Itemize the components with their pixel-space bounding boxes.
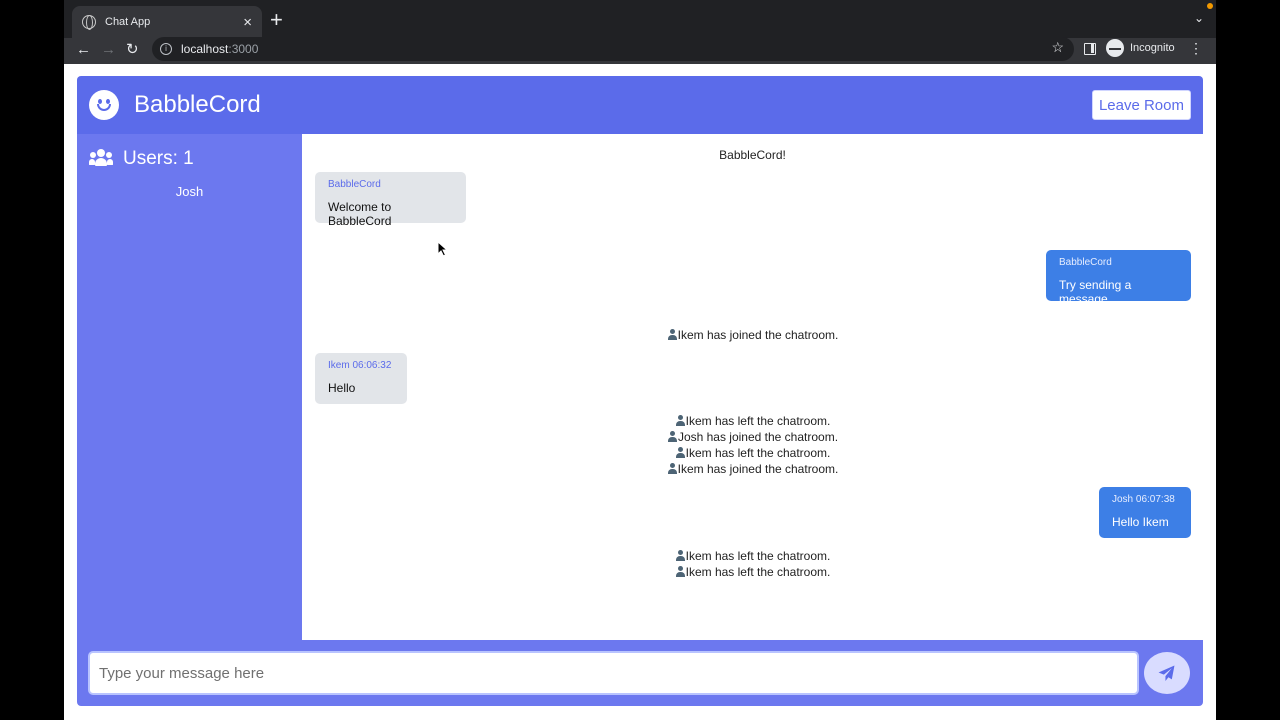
globe-icon bbox=[82, 15, 96, 30]
users-header: Users: 1 bbox=[89, 148, 194, 170]
chat-app: BabbleCord Leave Room Users: 1 Josh Babb… bbox=[77, 76, 1203, 706]
app-header: BabbleCord Leave Room bbox=[77, 76, 1203, 134]
message-list[interactable]: BabbleCord! BabbleCord Welcome to Babble… bbox=[302, 134, 1203, 640]
message-sender: BabbleCord bbox=[328, 179, 381, 190]
close-icon[interactable]: × bbox=[243, 15, 252, 30]
message-text: Try sending a message bbox=[1059, 278, 1132, 306]
system-notice: Ikem has joined the chatroom. bbox=[302, 461, 1203, 477]
system-notice: Ikem has left the chatroom. bbox=[302, 564, 1203, 580]
user-list-item: Josh bbox=[175, 184, 204, 199]
message-bubble: BabbleCord Try sending a message bbox=[1046, 250, 1191, 306]
person-icon bbox=[675, 415, 686, 426]
message-input[interactable] bbox=[88, 651, 1139, 695]
url-port: :3000 bbox=[228, 42, 259, 56]
star-icon[interactable]: ☆ bbox=[1051, 39, 1064, 56]
message-text: Welcome to BabbleCord bbox=[328, 200, 392, 228]
person-icon bbox=[675, 550, 686, 561]
system-notice: Ikem has joined the chatroom. bbox=[302, 327, 1203, 343]
tab-chat-app[interactable]: Chat App × bbox=[72, 6, 262, 38]
message-bubble: BabbleCord Welcome to BabbleCord bbox=[315, 172, 466, 228]
system-notice: Ikem has left the chatroom. bbox=[302, 445, 1203, 461]
users-sidebar: Users: 1 Josh bbox=[77, 134, 302, 640]
users-icon bbox=[89, 149, 113, 169]
tab-strip: Chat App × + ⌄ bbox=[64, 0, 1216, 38]
person-icon bbox=[667, 463, 678, 474]
new-tab-icon[interactable]: + bbox=[270, 9, 283, 31]
room-banner: BabbleCord! bbox=[719, 148, 786, 162]
message-bubble: Ikem 06:06:32 Hello bbox=[315, 353, 407, 404]
system-notice: Josh has joined the chatroom. bbox=[302, 429, 1203, 445]
incognito-indicator[interactable]: Incognito bbox=[1106, 39, 1175, 57]
info-icon[interactable]: i bbox=[160, 43, 172, 55]
address-bar[interactable]: i localhost:3000 ☆ bbox=[152, 37, 1074, 61]
tab-title: Chat App bbox=[105, 16, 151, 28]
message-meta: Josh 06:07:38 bbox=[1112, 494, 1175, 505]
message-meta: Ikem 06:06:32 bbox=[328, 360, 392, 371]
message-bubble: Josh 06:07:38 Hello Ikem bbox=[1099, 487, 1191, 538]
back-icon[interactable]: ← bbox=[76, 40, 91, 60]
browser-window: Chat App × + ⌄ ← → ↻ i localhost:3000 ☆ … bbox=[64, 0, 1216, 720]
url-host: localhost bbox=[181, 42, 229, 56]
person-icon bbox=[667, 329, 678, 340]
paper-plane-icon bbox=[1158, 665, 1175, 681]
recording-dot-icon bbox=[1207, 3, 1213, 9]
incognito-icon bbox=[1106, 39, 1124, 57]
users-count: Users: 1 bbox=[123, 148, 194, 169]
browser-toolbar: ← → ↻ i localhost:3000 ☆ Incognito ⋮ bbox=[64, 37, 1216, 64]
side-panel-icon[interactable] bbox=[1084, 43, 1096, 55]
message-text: Hello Ikem bbox=[1112, 515, 1169, 529]
message-text: Hello bbox=[328, 381, 356, 395]
leave-room-button[interactable]: Leave Room bbox=[1091, 90, 1191, 120]
person-icon bbox=[667, 431, 678, 442]
mouse-cursor-icon bbox=[437, 241, 449, 257]
message-composer bbox=[77, 640, 1203, 706]
chevron-down-icon[interactable]: ⌄ bbox=[1194, 11, 1204, 25]
reload-icon[interactable]: ↻ bbox=[126, 40, 139, 60]
system-notice: Ikem has left the chatroom. bbox=[302, 413, 1203, 429]
person-icon bbox=[675, 447, 686, 458]
send-button[interactable] bbox=[1144, 652, 1190, 694]
incognito-label: Incognito bbox=[1130, 42, 1175, 54]
message-sender: BabbleCord bbox=[1059, 257, 1112, 268]
forward-icon[interactable]: → bbox=[101, 40, 116, 60]
more-menu-icon[interactable]: ⋮ bbox=[1189, 40, 1203, 57]
smile-icon bbox=[89, 90, 119, 120]
app-title: BabbleCord bbox=[134, 91, 261, 118]
system-notice: Ikem has left the chatroom. bbox=[302, 548, 1203, 564]
person-icon bbox=[675, 566, 686, 577]
